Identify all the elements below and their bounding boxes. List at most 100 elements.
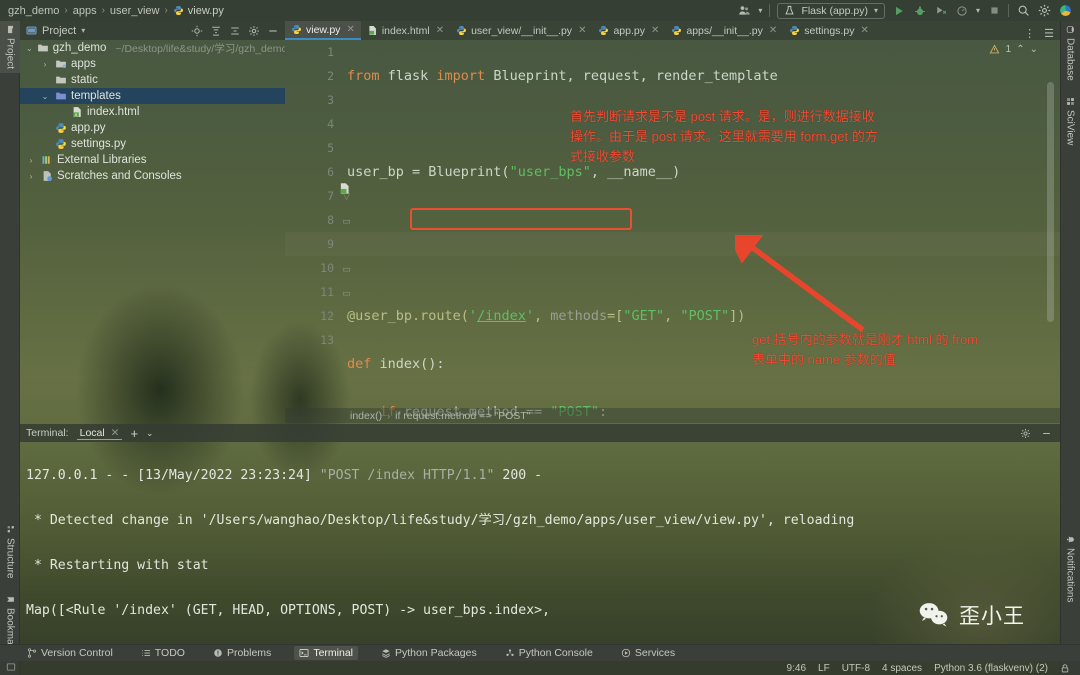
- editor-tab-view-py[interactable]: view.py ✕: [285, 21, 361, 40]
- console-icon: [506, 649, 514, 656]
- status-caret-position[interactable]: 9:46: [787, 663, 806, 674]
- lock-icon[interactable]: [1060, 663, 1070, 674]
- project-panel-title-group[interactable]: Project ▾: [20, 25, 85, 37]
- more-options-icon[interactable]: ⋮: [1024, 27, 1036, 40]
- editor-scrollbar-thumb[interactable]: [1047, 82, 1054, 322]
- chevron-down-icon[interactable]: ⌄: [40, 92, 50, 101]
- bottom-item-python-packages[interactable]: Python Packages: [376, 646, 482, 660]
- tree-item-static[interactable]: static: [20, 72, 285, 88]
- editor-breadcrumb-statement[interactable]: if request.method == "POST": [395, 410, 530, 422]
- terminal-line: * Detected change in '/Users/wanghao/Des…: [26, 512, 855, 528]
- chevron-right-icon[interactable]: ›: [40, 60, 50, 69]
- tree-item-templates[interactable]: ⌄ templates: [20, 88, 285, 104]
- sidebar-item-structure-label: Structure: [4, 538, 16, 579]
- line-number: 7: [327, 189, 334, 203]
- editor-tab-overflow: ⋮ ☰: [1024, 27, 1060, 40]
- chevron-down-icon: ▾: [873, 6, 878, 15]
- breadcrumb-separator: ›: [164, 5, 168, 16]
- close-icon[interactable]: ✕: [111, 427, 120, 439]
- debug-icon[interactable]: [913, 4, 927, 18]
- run-icon[interactable]: [892, 4, 906, 18]
- profile-icon[interactable]: [955, 4, 969, 18]
- line-number: 5: [327, 141, 334, 155]
- tree-item-label: Scratches and Consoles: [57, 170, 182, 182]
- plus-icon[interactable]: +: [130, 426, 138, 441]
- tree-item-settings-py[interactable]: settings.py: [20, 136, 285, 152]
- stop-icon[interactable]: [987, 4, 1001, 18]
- chevron-right-icon[interactable]: ›: [26, 172, 36, 181]
- user-dropdown-chevron-icon[interactable]: ▾: [758, 6, 762, 15]
- profile-dropdown-chevron-icon[interactable]: ▾: [976, 6, 980, 15]
- sidebar-item-sciview[interactable]: SciView: [1060, 93, 1080, 149]
- gear-icon[interactable]: [248, 25, 260, 37]
- svg-text:H: H: [74, 114, 76, 118]
- status-encoding[interactable]: UTF-8: [842, 663, 870, 674]
- gear-icon[interactable]: [1037, 4, 1051, 18]
- breadcrumb-item-0[interactable]: gzh_demo: [8, 5, 59, 17]
- minimize-icon[interactable]: [1041, 428, 1052, 439]
- problems-icon: [214, 649, 222, 657]
- python-file-icon: [54, 122, 67, 135]
- close-icon[interactable]: ✕: [769, 25, 777, 36]
- sidebar-item-database[interactable]: Database: [1060, 21, 1080, 85]
- status-line-separator[interactable]: LF: [818, 663, 830, 674]
- inspection-widget[interactable]: 1 ⌃ ⌄: [989, 43, 1038, 55]
- sidebar-item-notifications[interactable]: Notifications: [1060, 531, 1080, 606]
- status-interpreter[interactable]: Python 3.6 (flaskvenv) (2): [934, 663, 1048, 674]
- chevron-down-icon[interactable]: ⌄: [146, 428, 154, 439]
- locate-icon[interactable]: [191, 25, 203, 37]
- tree-item-apps[interactable]: › apps: [20, 56, 285, 72]
- tree-item-app-py[interactable]: app.py: [20, 120, 285, 136]
- status-indent[interactable]: 4 spaces: [882, 663, 922, 674]
- chevron-down-icon[interactable]: ▾: [81, 26, 85, 35]
- code-line-6: @user_bp.route('/index', methods=["GET",…: [347, 308, 746, 324]
- close-icon[interactable]: ✕: [860, 25, 868, 36]
- gear-icon[interactable]: [1020, 428, 1031, 439]
- chevron-down-icon[interactable]: ⌄: [1030, 44, 1038, 55]
- chevron-down-icon[interactable]: ⌄: [26, 44, 33, 53]
- bottom-item-python-console[interactable]: Python Console: [500, 646, 598, 660]
- status-bar-widget-icon[interactable]: [0, 662, 16, 675]
- chevron-up-icon[interactable]: ⌃: [1016, 44, 1024, 55]
- list-files-icon[interactable]: ☰: [1044, 27, 1054, 40]
- terminal-tab-local[interactable]: Local ✕: [76, 427, 123, 440]
- editor-tab-label: settings.py: [804, 24, 855, 37]
- sidebar-item-structure[interactable]: Structure: [0, 521, 20, 583]
- run-configuration-selector[interactable]: Flask (app.py) ▾: [777, 2, 885, 19]
- close-icon[interactable]: ✕: [436, 25, 444, 36]
- bottom-item-problems[interactable]: Problems: [208, 646, 276, 660]
- editor-tab-apps-init-py[interactable]: apps/__init__.py ✕: [665, 21, 783, 40]
- coverage-icon[interactable]: [934, 4, 948, 18]
- python-file-icon: [457, 26, 467, 35]
- updates-icon[interactable]: [1058, 4, 1072, 18]
- tree-item-scratches-and-consoles[interactable]: › Scratches and Consoles: [20, 168, 285, 184]
- bottom-item-version-control[interactable]: Version Control: [22, 646, 118, 660]
- breadcrumb-item-2[interactable]: user_view: [110, 5, 160, 17]
- folder-blue-icon: [54, 90, 67, 103]
- close-icon[interactable]: ✕: [578, 25, 586, 36]
- sidebar-item-sciview-label: SciView: [1064, 110, 1076, 146]
- editor-tab-user-view-init-py[interactable]: user_view/__init__.py ✕: [450, 21, 592, 40]
- terminal-output[interactable]: 127.0.0.1 - - [13/May/2022 23:23:24] "PO…: [20, 442, 1060, 643]
- editor-tab-settings-py[interactable]: settings.py ✕: [783, 21, 875, 40]
- breadcrumb-item-1[interactable]: apps: [73, 5, 97, 17]
- chevron-right-icon[interactable]: ›: [26, 156, 36, 165]
- breadcrumb-file[interactable]: view.py: [173, 5, 224, 17]
- bottom-item-services[interactable]: Services: [616, 646, 680, 660]
- sidebar-item-project[interactable]: Project: [0, 21, 20, 74]
- close-icon[interactable]: ✕: [346, 24, 354, 35]
- minimize-icon[interactable]: [267, 25, 279, 37]
- search-icon[interactable]: [1016, 4, 1030, 18]
- editor-breadcrumb-function[interactable]: index(): [350, 410, 382, 422]
- bottom-item-terminal[interactable]: Terminal: [294, 646, 358, 660]
- expand-icon[interactable]: [229, 25, 241, 37]
- bottom-item-todo[interactable]: TODO: [136, 646, 190, 660]
- collapse-all-icon[interactable]: [210, 25, 222, 37]
- tree-item-index-html[interactable]: H index.html: [20, 104, 285, 120]
- editor-tab-index-html[interactable]: index.html ✕: [361, 21, 450, 40]
- tree-item-gzh_demo[interactable]: ⌄ gzh_demo ~/Desktop/life&study/学习/gzh_d…: [20, 40, 285, 56]
- tree-item-external-libraries[interactable]: › External Libraries: [20, 152, 285, 168]
- close-icon[interactable]: ✕: [651, 25, 659, 36]
- editor-tab-app-py[interactable]: app.py ✕: [592, 21, 665, 40]
- user-group-icon[interactable]: [737, 4, 751, 18]
